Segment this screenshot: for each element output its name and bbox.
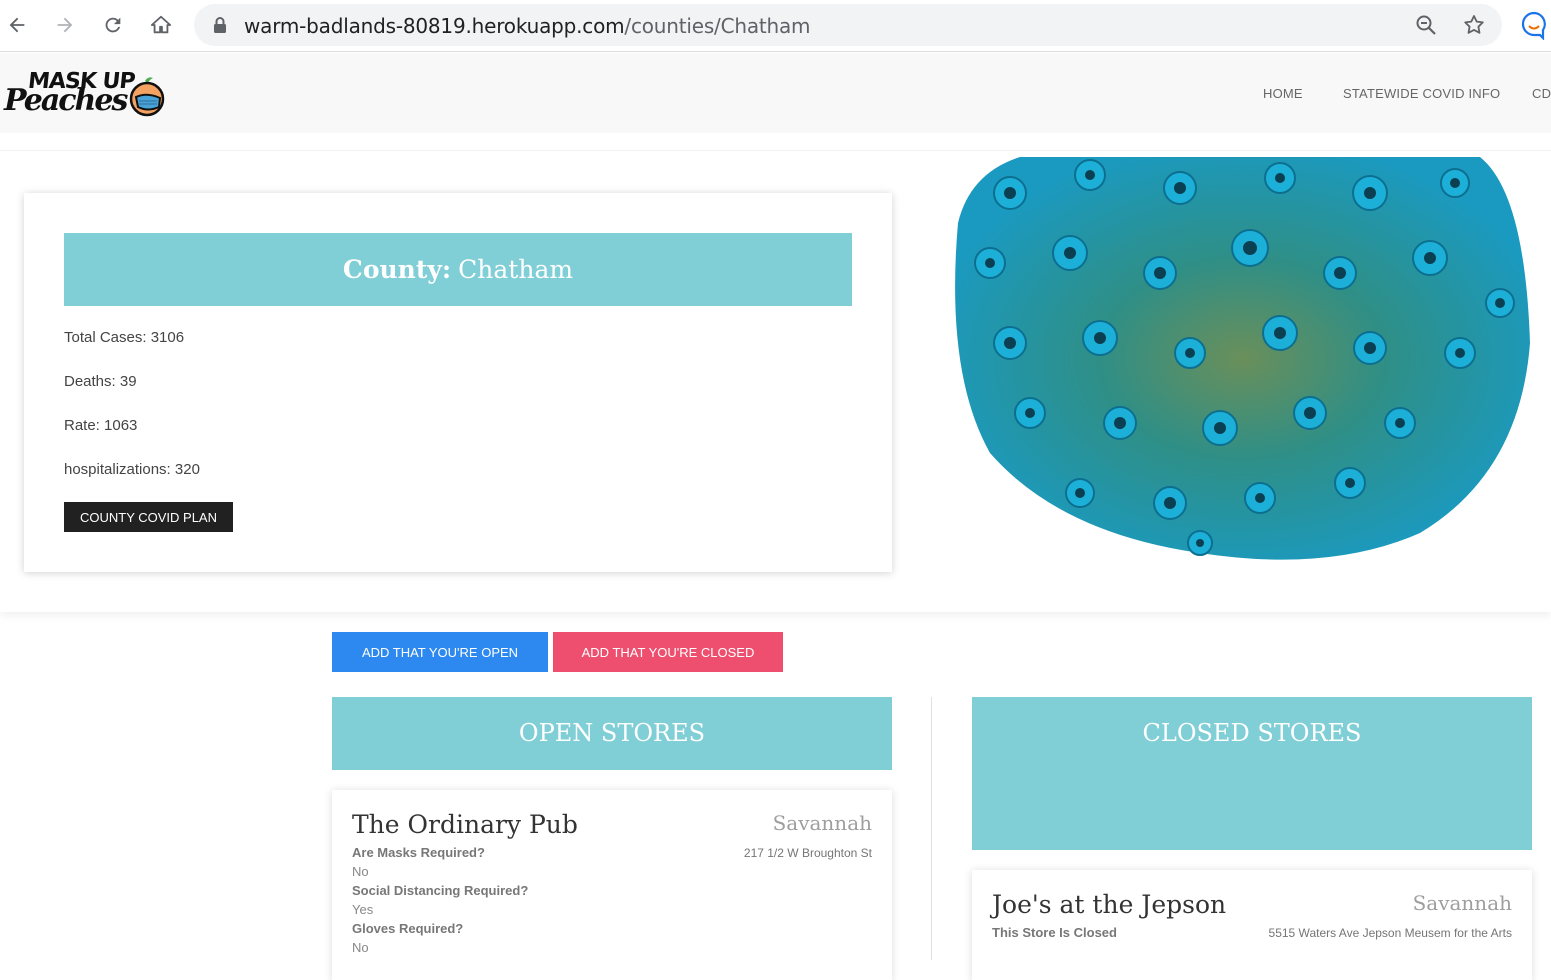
- stat-rate: Rate: 1063: [64, 417, 138, 434]
- column-divider: [931, 697, 932, 960]
- question-social-distancing: Social Distancing Required?: [352, 883, 529, 898]
- logo-text-bottom: Peaches: [4, 83, 128, 118]
- stat-hospitalizations: hospitalizations: 320: [64, 461, 200, 478]
- question-gloves: Gloves Required?: [352, 921, 464, 936]
- browser-toolbar: warm-badlands-80819.herokuapp.com/counti…: [0, 0, 1551, 52]
- add-closed-button[interactable]: ADD THAT YOU'RE CLOSED: [553, 632, 783, 672]
- store-address: 5515 Waters Ave Jepson Meusem for the Ar…: [1268, 926, 1512, 940]
- county-title-banner: County: Chatham: [64, 233, 852, 306]
- answer-social-distancing: Yes: [352, 902, 374, 917]
- county-name: Chatham: [458, 255, 574, 284]
- back-arrow-icon[interactable]: [2, 10, 32, 40]
- answer-gloves: No: [352, 940, 369, 955]
- county-label: County:: [342, 255, 452, 284]
- county-card: County: Chatham Total Cases: 3106 Deaths…: [24, 193, 892, 572]
- bookmark-star-icon[interactable]: [1462, 13, 1486, 37]
- answer-masks: No: [352, 864, 369, 879]
- home-icon[interactable]: [146, 10, 176, 40]
- add-open-button[interactable]: ADD THAT YOU'RE OPEN: [332, 632, 548, 672]
- store-name: The Ordinary Pub: [352, 810, 578, 839]
- store-name: Joe's at the Jepson: [992, 890, 1227, 919]
- stat-total-cases: Total Cases: 3106: [64, 329, 185, 346]
- url-text: warm-badlands-80819.herokuapp.com/counti…: [244, 14, 811, 38]
- store-city: Savannah: [772, 811, 872, 835]
- store-closed-status: This Store Is Closed: [992, 925, 1117, 940]
- store-city: Savannah: [1412, 891, 1512, 915]
- masked-peach-icon: [129, 77, 165, 117]
- open-stores-heading: OPEN STORES: [332, 697, 892, 770]
- address-bar[interactable]: warm-badlands-80819.herokuapp.com/counti…: [194, 4, 1502, 46]
- reload-icon[interactable]: [98, 10, 128, 40]
- question-masks: Are Masks Required?: [352, 845, 485, 860]
- closed-stores-heading: CLOSED STORES: [972, 697, 1532, 850]
- nav-cdc[interactable]: CD: [1532, 86, 1551, 101]
- nav-home[interactable]: HOME: [1263, 86, 1303, 101]
- site-header: MASK UP Peaches HOME STATEWIDE COVID INF…: [0, 53, 1551, 133]
- county-covid-plan-button[interactable]: COUNTY COVID PLAN: [64, 502, 233, 532]
- forward-arrow-icon[interactable]: [50, 10, 80, 40]
- coronavirus-image: [955, 157, 1530, 560]
- closed-store-card[interactable]: Joe's at the Jepson Savannah This Store …: [972, 870, 1532, 980]
- site-logo[interactable]: MASK UP Peaches: [4, 69, 168, 121]
- nav-statewide-covid-info[interactable]: STATEWIDE COVID INFO: [1343, 86, 1500, 101]
- extension-icon[interactable]: [1520, 10, 1548, 40]
- open-store-card[interactable]: The Ordinary Pub Savannah 217 1/2 W Brou…: [332, 790, 892, 980]
- stat-deaths: Deaths: 39: [64, 373, 137, 390]
- lock-icon: [214, 17, 226, 33]
- store-address: 217 1/2 W Broughton St: [743, 846, 872, 860]
- zoom-icon[interactable]: [1414, 13, 1438, 37]
